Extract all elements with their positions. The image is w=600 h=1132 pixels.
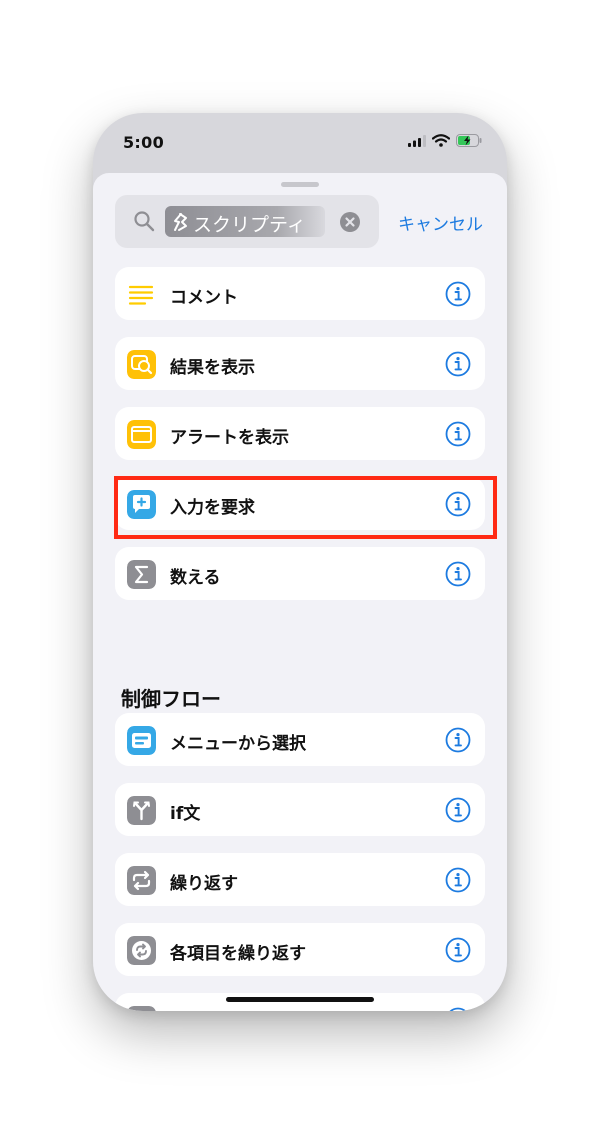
action-row-if[interactable]: if文 — [115, 783, 485, 836]
info-icon[interactable] — [445, 561, 471, 587]
info-icon[interactable] — [445, 727, 471, 753]
action-label: アラートを表示 — [170, 428, 289, 448]
section-header-control-flow: 制御フロー — [121, 687, 221, 711]
branch-icon — [127, 796, 156, 825]
status-time: 5:00 — [123, 133, 164, 152]
home-indicator[interactable] — [226, 997, 374, 1002]
action-label: 繰り返す — [170, 874, 238, 894]
sigma-icon — [127, 560, 156, 589]
menu-icon — [127, 726, 156, 755]
info-icon[interactable] — [445, 351, 471, 377]
info-icon[interactable] — [445, 797, 471, 823]
search-icon — [134, 211, 155, 232]
signal-icon — [408, 134, 426, 147]
action-row-repeat-with-each[interactable]: 各項目を繰り返す — [115, 923, 485, 976]
action-label: if文 — [170, 804, 201, 824]
action-row-comment[interactable]: コメント — [115, 267, 485, 320]
info-icon[interactable] — [445, 937, 471, 963]
phone-frame: 5:00 スクリプティ キャンセル コメント 結果を表示 アラートを表示 入力を… — [93, 113, 507, 1011]
info-icon[interactable] — [445, 1007, 471, 1011]
status-icons — [408, 134, 483, 147]
action-picker-sheet: スクリプティ キャンセル コメント 結果を表示 アラートを表示 入力を要求 数え… — [93, 173, 507, 1011]
alert-window-icon — [127, 420, 156, 449]
clear-search-icon[interactable] — [340, 212, 360, 232]
repeat-each-icon — [127, 936, 156, 965]
action-row-choose-from-menu[interactable]: メニューから選択 — [115, 713, 485, 766]
search-field[interactable]: スクリプティ — [115, 195, 379, 248]
ask-input-icon — [127, 490, 156, 519]
comment-lines-icon — [128, 285, 154, 305]
action-label: 入力を要求 — [170, 498, 255, 518]
battery-charging-icon — [456, 134, 482, 147]
action-label: 待機 — [170, 1009, 204, 1011]
action-label: コメント — [170, 288, 238, 308]
search-token-scripting[interactable]: スクリプティ — [165, 206, 325, 237]
action-row-wait[interactable]: 待機 — [115, 993, 485, 1011]
action-row-show-result[interactable]: 結果を表示 — [115, 337, 485, 390]
scripting-icon — [174, 213, 187, 231]
action-label: 結果を表示 — [170, 358, 255, 378]
sheet-grabber[interactable] — [281, 182, 319, 187]
action-row-count[interactable]: 数える — [115, 547, 485, 600]
search-token-label: スクリプティ — [193, 214, 306, 236]
wifi-icon — [432, 134, 450, 147]
action-label: メニューから選択 — [170, 734, 306, 754]
status-bar: 5:00 — [93, 113, 507, 173]
info-icon[interactable] — [445, 491, 471, 517]
action-row-ask-for-input[interactable]: 入力を要求 — [115, 477, 485, 530]
action-row-show-alert[interactable]: アラートを表示 — [115, 407, 485, 460]
repeat-icon — [127, 866, 156, 895]
info-icon[interactable] — [445, 421, 471, 447]
action-row-repeat[interactable]: 繰り返す — [115, 853, 485, 906]
quick-look-icon — [127, 350, 156, 379]
clock-icon — [127, 1006, 156, 1011]
action-label: 各項目を繰り返す — [170, 944, 306, 964]
info-icon[interactable] — [445, 867, 471, 893]
info-icon[interactable] — [445, 281, 471, 307]
action-label: 数える — [170, 568, 221, 588]
cancel-button[interactable]: キャンセル — [398, 210, 483, 235]
